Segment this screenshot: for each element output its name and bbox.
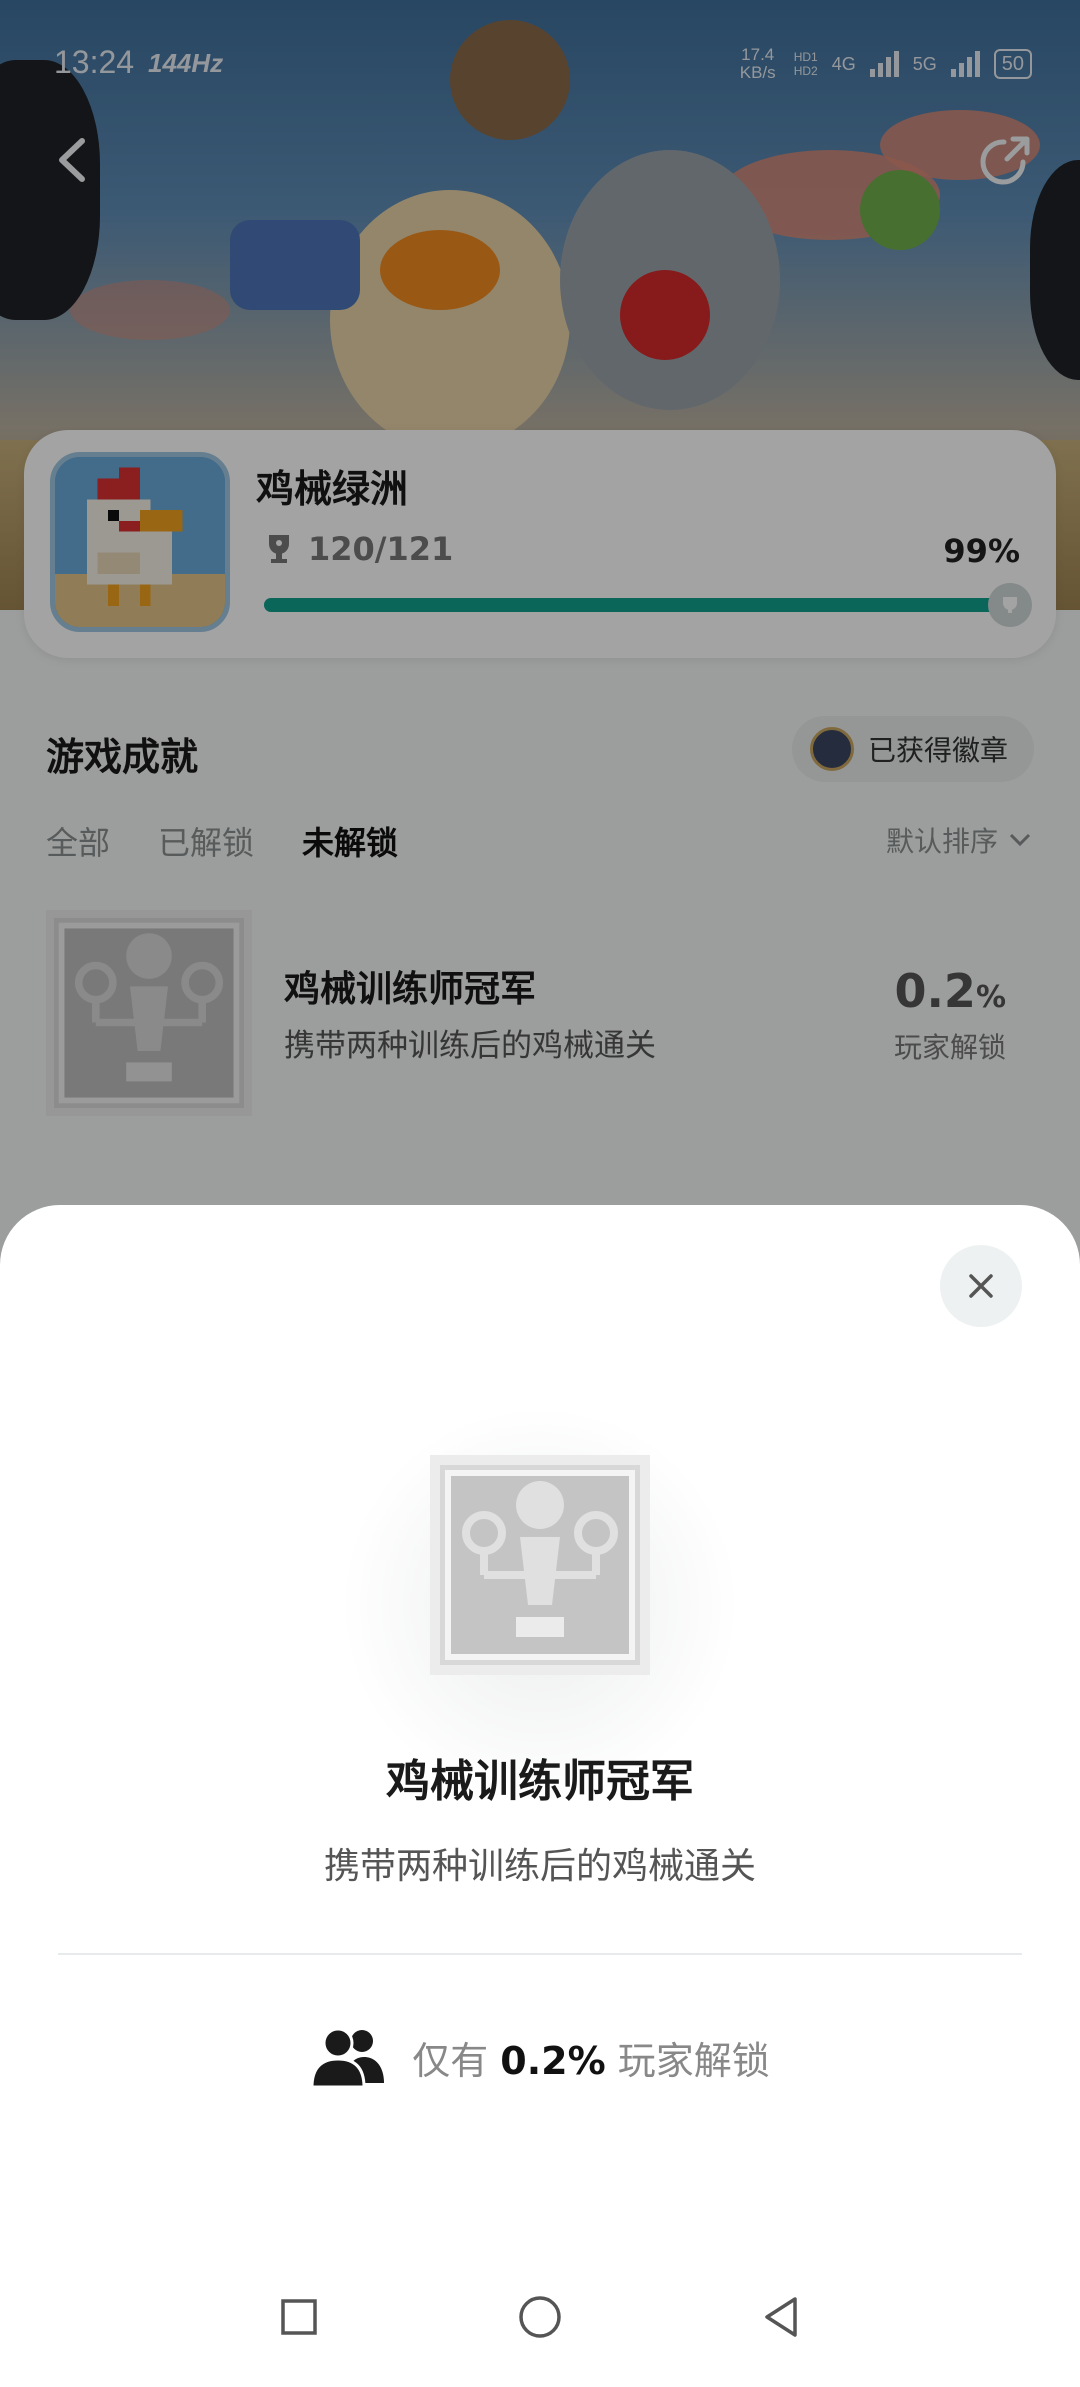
- back-triangle-icon[interactable]: [761, 2296, 801, 2338]
- users-icon: [310, 2027, 385, 2089]
- achievement-detail-sheet: 鸡械训练师冠军 携带两种训练后的鸡械通关 仅有 0.2% 玩家解锁: [0, 1205, 1080, 2387]
- system-nav-bar: [0, 2247, 1080, 2387]
- close-icon: [969, 1274, 993, 1298]
- unlock-suffix: 玩家解锁: [617, 2038, 770, 2083]
- recent-apps-icon[interactable]: [279, 2297, 319, 2337]
- home-icon[interactable]: [517, 2294, 563, 2340]
- sheet-divider: [58, 1953, 1022, 1955]
- unlock-rate-text: 仅有 0.2% 玩家解锁: [412, 2030, 770, 2085]
- unlock-prefix: 仅有: [412, 2038, 489, 2083]
- unlock-value: 0.2%: [500, 2038, 606, 2083]
- skull-trophy-icon: [445, 1470, 635, 1660]
- achievement-trophy-image: [430, 1455, 650, 1675]
- sheet-achievement-description: 携带两种训练后的鸡械通关: [323, 1846, 756, 1887]
- close-button[interactable]: [940, 1245, 1022, 1327]
- unlock-rate-line: 仅有 0.2% 玩家解锁: [0, 2025, 1080, 2089]
- sheet-achievement-name: 鸡械训练师冠军: [386, 1756, 694, 1807]
